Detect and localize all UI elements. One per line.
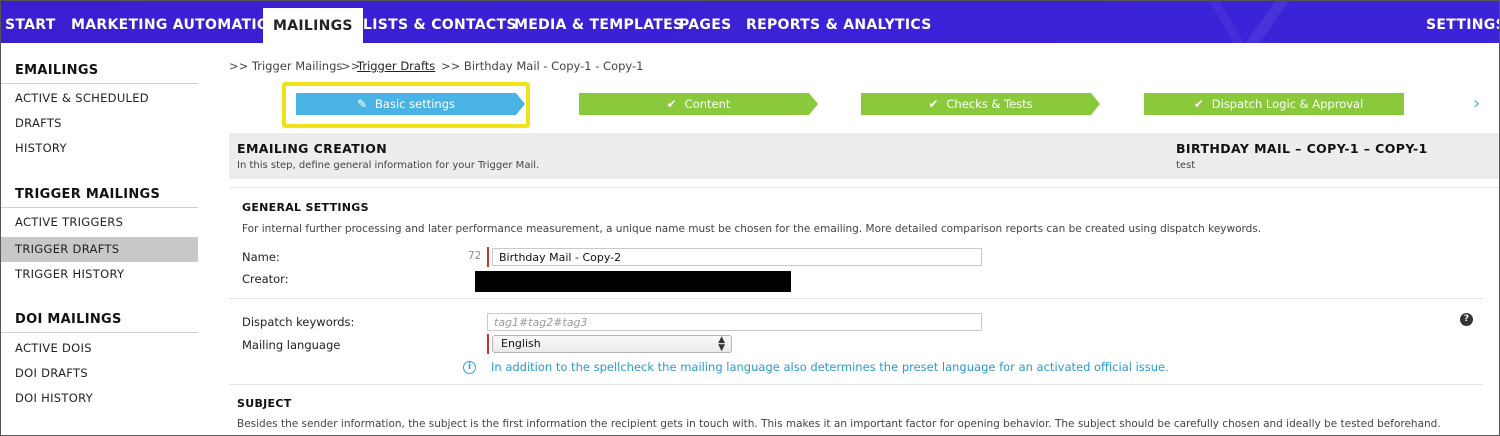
mailing-language-hint: In addition to the spellcheck the mailin…	[491, 360, 1169, 374]
name-input[interactable]	[492, 248, 982, 266]
breadcrumb-current: >> Birthday Mail - Copy-1 - Copy-1	[441, 59, 644, 73]
top-navigation: START MARKETING AUTOMATION MAILINGS LIST…	[1, 1, 1499, 51]
section-divider	[229, 384, 1483, 385]
breadcrumb-trigger-drafts[interactable]: Trigger Drafts	[357, 59, 435, 73]
step-arrow	[1091, 93, 1100, 115]
nav-media-templates[interactable]: MEDIA & TEMPLATES	[514, 1, 683, 43]
sidebar-heading-trigger-mailings: TRIGGER MAILINGS	[15, 187, 161, 202]
check-icon: ✔	[1193, 97, 1204, 111]
sidebar-item-active-scheduled[interactable]: ACTIVE & SCHEDULED	[1, 86, 198, 111]
sidebar-heading-doi-mailings: DOI MAILINGS	[15, 312, 122, 327]
chevron-right-icon[interactable]: ›	[1473, 93, 1480, 115]
sidebar-item-drafts[interactable]: DRAFTS	[1, 111, 198, 136]
check-icon: ✔	[928, 97, 939, 111]
general-settings-description: For internal further processing and late…	[242, 223, 1262, 235]
nav-marketing-automation[interactable]: MARKETING AUTOMATION	[71, 1, 281, 43]
nav-reports-analytics[interactable]: REPORTS & ANALYTICS	[746, 1, 932, 43]
check-icon: ✔	[666, 97, 677, 111]
select-updown-icon: ▲ ▼	[718, 335, 725, 353]
mailing-name-title: BIRTHDAY MAIL – COPY-1 – COPY-1	[1176, 141, 1428, 156]
name-char-counter: 72	[468, 250, 482, 262]
breadcrumb-trigger-mailings[interactable]: >> Trigger Mailings	[229, 59, 342, 73]
sidebar-item-active-dois[interactable]: ACTIVE DOIS	[1, 336, 198, 361]
nav-start[interactable]: START	[5, 1, 56, 43]
header-subtitle: In this step, define general information…	[237, 160, 540, 171]
sidebar-item-active-triggers[interactable]: ACTIVE TRIGGERS	[1, 210, 198, 235]
help-icon[interactable]: ?	[1460, 313, 1473, 326]
sidebar-item-doi-history[interactable]: DOI HISTORY	[1, 386, 198, 411]
app-window: START MARKETING AUTOMATION MAILINGS LIST…	[0, 0, 1500, 436]
mailing-language-select[interactable]: English ▲ ▼	[492, 335, 732, 353]
sidebar-divider	[1, 332, 198, 333]
general-settings-title: GENERAL SETTINGS	[242, 201, 369, 214]
nav-lists-contacts[interactable]: LISTS & CONTACTS	[363, 1, 517, 43]
step-highlight-box	[282, 82, 530, 128]
sidebar-item-doi-drafts[interactable]: DOI DRAFTS	[1, 361, 198, 386]
mailing-language-label: Mailing language	[242, 338, 341, 352]
step-label: Checks & Tests	[946, 97, 1033, 111]
dispatch-keywords-input[interactable]	[487, 313, 982, 331]
nav-mailings[interactable]: MAILINGS	[263, 8, 363, 50]
emailing-creation-header: EMAILING CREATION In this step, define g…	[229, 133, 1499, 179]
mailing-description: test	[1176, 160, 1196, 171]
required-marker	[487, 247, 489, 267]
sidebar-divider	[1, 207, 198, 208]
sidebar-item-trigger-drafts[interactable]: TRIGGER DRAFTS	[1, 237, 198, 262]
dispatch-keywords-label: Dispatch keywords:	[242, 315, 355, 329]
step-dispatch-logic-approval[interactable]: ✔ Dispatch Logic & Approval	[1144, 93, 1404, 115]
name-label: Name:	[242, 250, 280, 264]
step-label: Dispatch Logic & Approval	[1211, 97, 1364, 111]
selected-language: English	[501, 337, 541, 350]
header-title: EMAILING CREATION	[237, 141, 388, 156]
sidebar-item-trigger-history[interactable]: TRIGGER HISTORY	[1, 262, 198, 287]
section-divider	[229, 298, 1483, 299]
sidebar-heading-emailings: EMAILINGS	[15, 63, 99, 78]
step-label: Content	[684, 97, 731, 111]
sidebar-divider	[1, 83, 198, 84]
nav-settings[interactable]: SETTINGS	[1426, 1, 1499, 43]
step-checks-tests[interactable]: ✔ Checks & Tests	[861, 93, 1091, 115]
subject-description: Besides the sender information, the subj…	[237, 418, 1441, 430]
subject-title: SUBJECT	[237, 397, 292, 410]
creator-value-redacted	[475, 271, 791, 292]
nav-pages[interactable]: PAGES	[679, 1, 731, 43]
sidebar-item-history[interactable]: HISTORY	[1, 136, 198, 161]
step-content[interactable]: ✔ Content	[579, 93, 809, 115]
info-icon: i	[463, 361, 476, 374]
creator-label: Creator:	[242, 272, 289, 286]
required-marker	[487, 334, 489, 354]
step-arrow	[809, 93, 818, 115]
